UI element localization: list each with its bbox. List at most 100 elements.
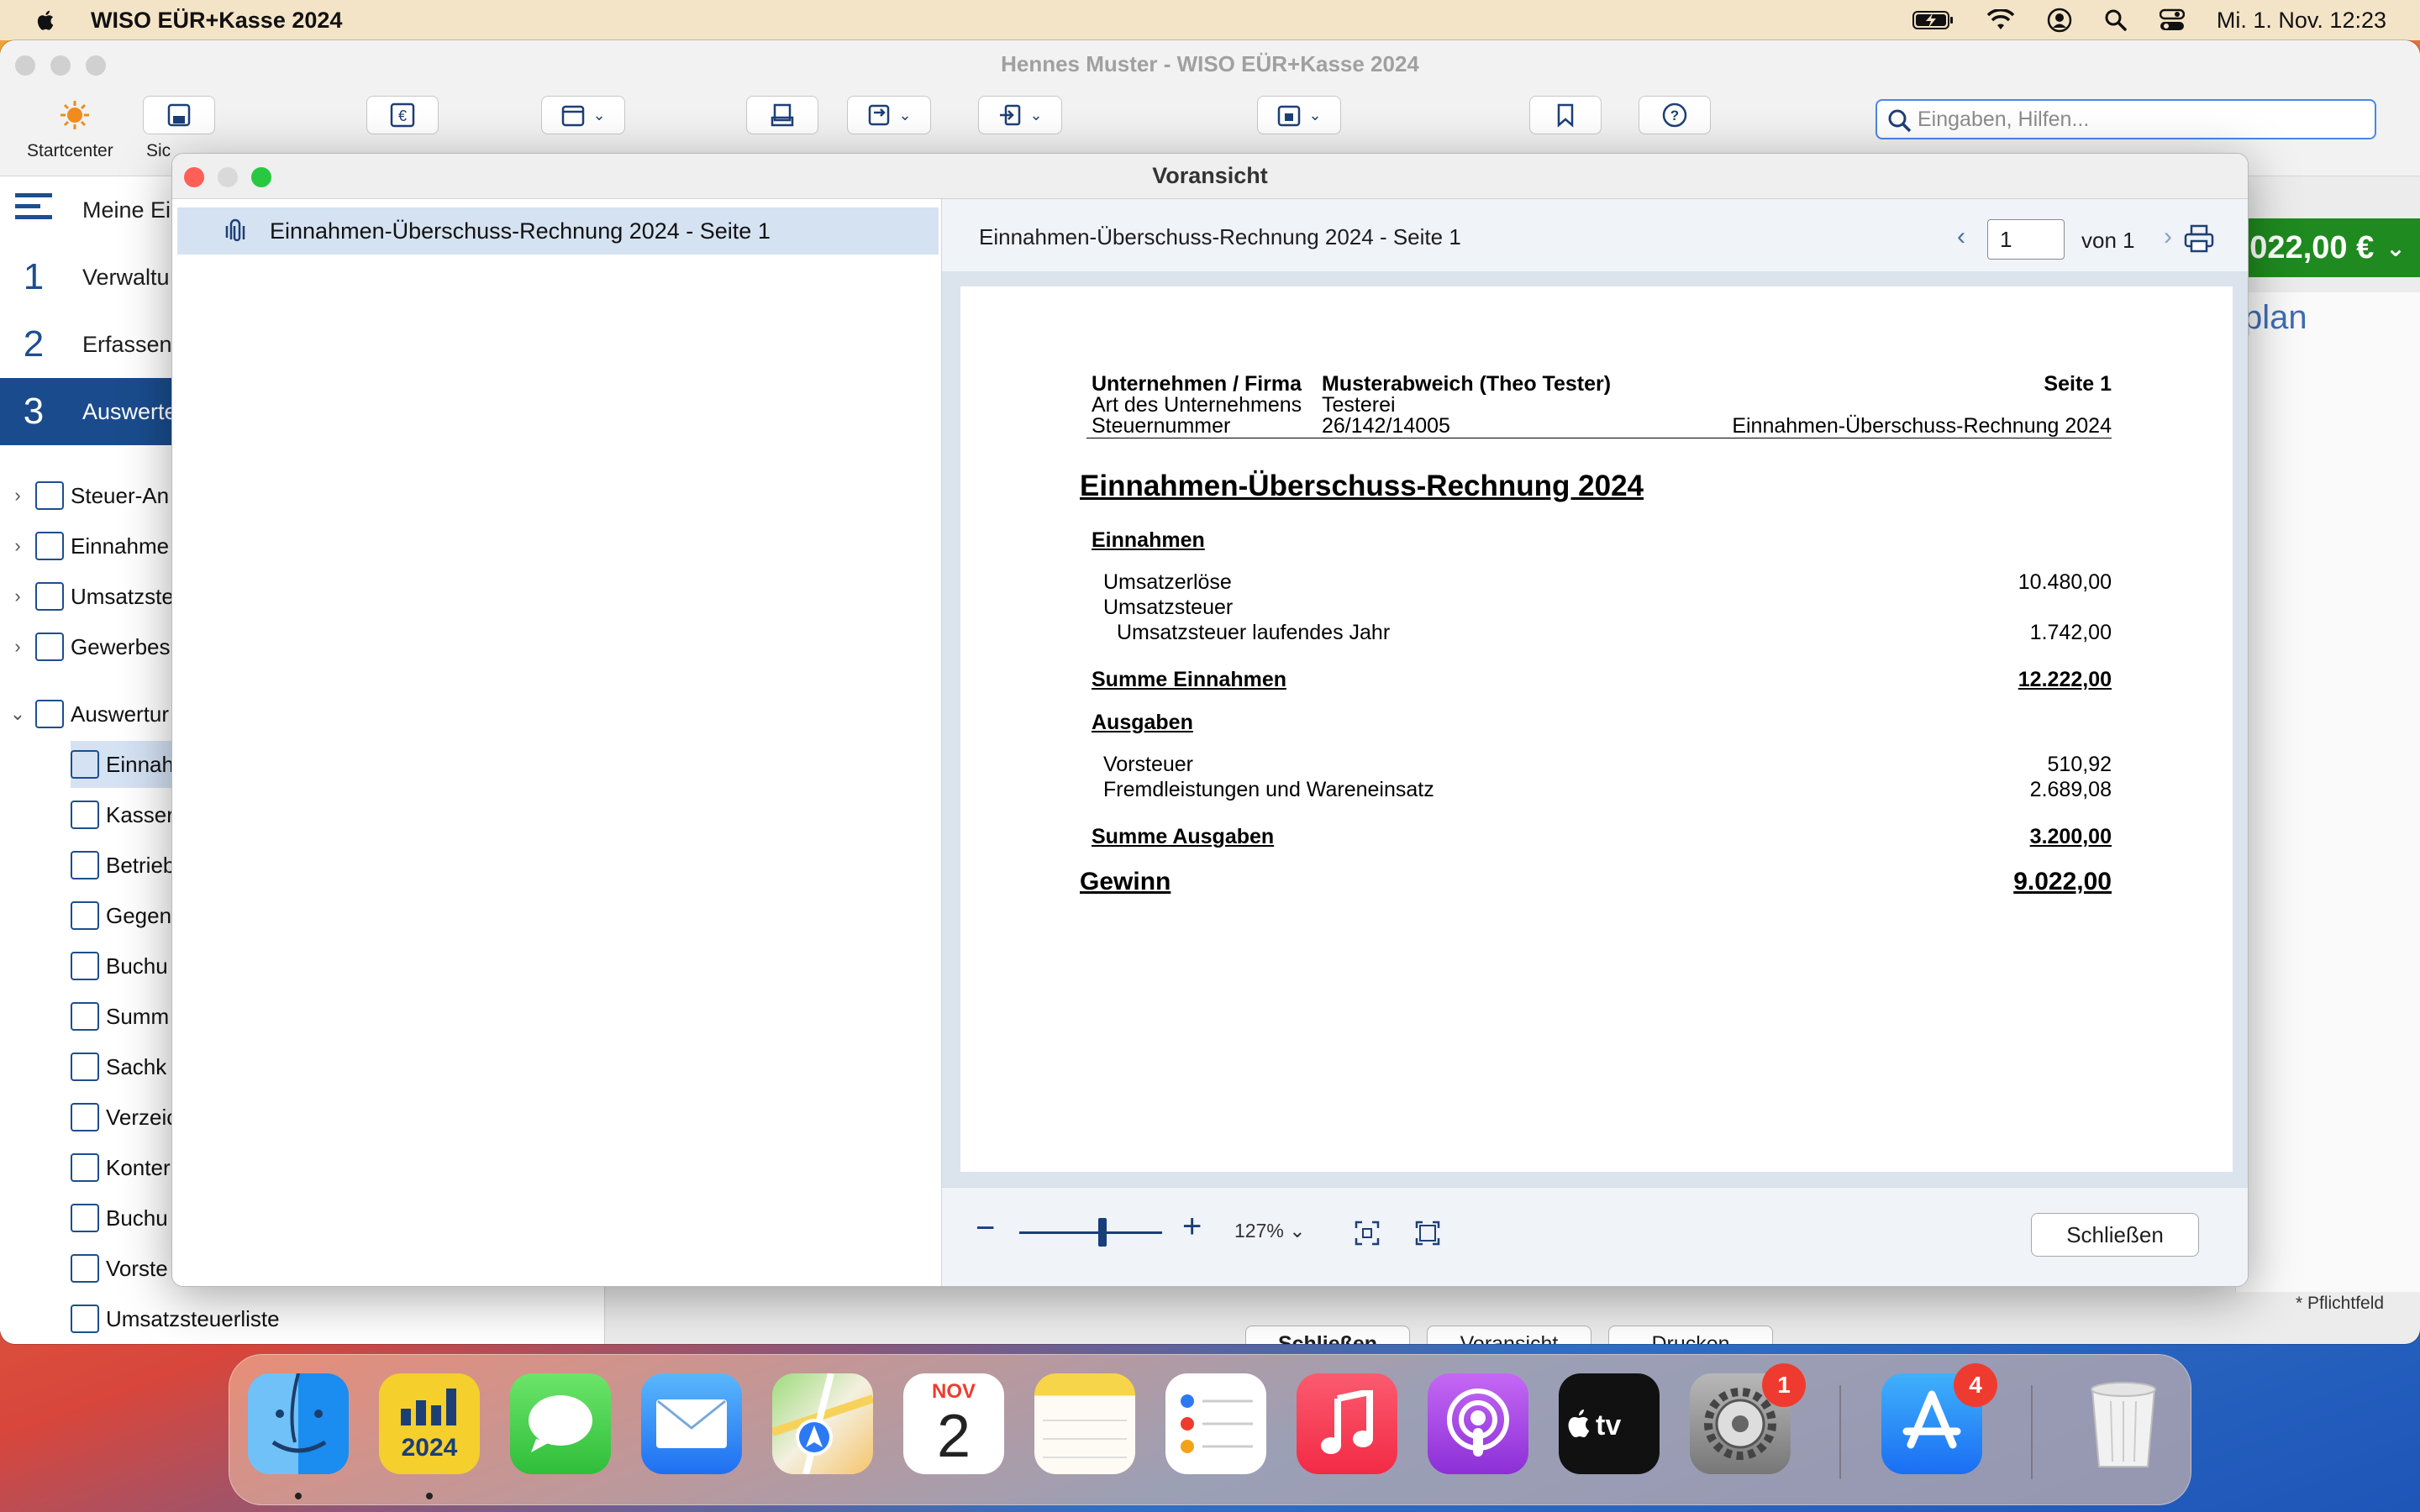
line-chart-icon [71,750,99,779]
thumbnail-label: Einnahmen-Überschuss-Rechnung 2024 - Sei… [270,218,771,244]
total-profit-value: 022,00 € [2249,229,2375,265]
calendar-dropdown-button[interactable]: ⌄ [541,96,625,134]
tax-calendar-dropdown-button[interactable]: ⌄ [1257,96,1341,134]
plan-label[interactable]: plan [2244,299,2307,337]
nav-sub-item[interactable]: Sachk [71,1043,166,1090]
third-party-label: Fremdleistungen und Wareneinsatz [1103,778,1434,801]
nav-sub-item[interactable]: Kasser [71,791,174,838]
nav-group-steuer[interactable]: › Steuer-An [0,472,169,519]
vat-label: Umsatzsteuer [1103,596,1234,619]
transfer-dropdown-button[interactable]: ⌄ [847,96,931,134]
messages-app[interactable] [510,1373,611,1474]
page-number-input[interactable]: 1 [1987,219,2065,260]
envelope-icon [656,1399,727,1448]
svg-text:€: € [398,108,407,124]
calendar-app[interactable]: NOV 2 [903,1373,1004,1474]
next-page-icon[interactable]: › [2164,223,2172,251]
euro-toolbar-button[interactable]: € [366,96,439,134]
fit-width-icon[interactable] [1354,1220,1381,1247]
zoom-slider-track[interactable] [1019,1231,1162,1234]
wifi-icon[interactable] [1986,9,2015,31]
maps-app[interactable] [772,1373,873,1474]
previous-page-icon[interactable]: ‹ [1957,223,1965,251]
nav-sub-item[interactable]: Einnah [71,741,188,788]
save-icon [167,103,191,127]
reminders-app[interactable] [1165,1373,1266,1474]
search-placeholder: Eingaben, Hilfen... [1918,107,2090,131]
nav-sub-item[interactable]: Betrieb [71,842,175,889]
main-window-titlebar: Hennes Muster - WISO EÜR+Kasse 2024 [0,40,2420,87]
nav-sub-item[interactable]: Gegen [71,892,171,939]
menubar-app-name[interactable]: WISO EÜR+Kasse 2024 [91,8,342,34]
fit-page-icon[interactable] [1414,1220,1441,1247]
podcasts-app[interactable] [1428,1373,1528,1474]
main-preview-button[interactable]: Voransicht [1427,1326,1591,1344]
user-account-icon[interactable] [2047,8,2072,33]
battery-charging-icon[interactable] [1912,9,1954,31]
nav-step-number: 1 [23,256,45,297]
zoom-level-value: 127% [1234,1220,1284,1242]
spotlight-search-icon[interactable] [2104,8,2128,32]
nav-group-auswertungen[interactable]: ⌄ Auswertur [0,690,169,738]
nav-sub-label: Summ [106,1003,170,1029]
checklist-icon [1181,1394,1253,1453]
save-toolbar-button[interactable] [143,96,215,134]
zoom-out-icon[interactable]: − [976,1210,995,1247]
menubar-clock[interactable]: Mi. 1. Nov. 12:23 [2217,8,2386,34]
close-preview-dialog-button[interactable]: Schließen [2031,1213,2199,1257]
nav-sub-item[interactable]: Umsatzsteuerliste [71,1295,280,1342]
nav-group-label: Gewerbes [71,633,171,659]
zoom-in-icon[interactable]: + [1182,1208,1202,1246]
nav-sub-item[interactable]: Summ [71,993,169,1040]
notification-badge: 1 [1762,1363,1806,1407]
startcenter-button[interactable] [55,96,94,134]
nav-sub-item[interactable]: Vorste [71,1245,168,1292]
nav-sub-item[interactable]: Buchu [71,942,168,990]
page-thumbnail-list: Einnahmen-Überschuss-Rechnung 2024 - Sei… [172,199,942,1286]
close-preview-button[interactable] [184,167,204,187]
nav-sub-item[interactable]: Buchu [71,1194,168,1242]
main-close-button[interactable]: Schließen [1245,1326,1410,1344]
zoom-slider-thumb[interactable] [1098,1218,1107,1247]
chevron-down-icon: ⌄ [1289,1220,1306,1242]
minimize-window-button[interactable] [50,55,71,76]
nav-step-number: 2 [23,323,45,365]
receipt-toolbar-button[interactable] [746,96,818,134]
zoom-level-select[interactable]: 127% ⌄ [1234,1220,1306,1242]
nav-group-einnahmen[interactable]: › Einnahme [0,522,169,570]
main-print-button[interactable]: Drucken [1608,1326,1773,1344]
nav-group-umsatzsteuer[interactable]: › Umsatzste [0,573,174,620]
nav-sub-label: Konter [106,1154,171,1180]
apple-tv-app[interactable]: tv [1559,1373,1660,1474]
chevron-down-icon: ⌄ [2386,234,2406,261]
apple-logo-icon[interactable] [34,8,59,33]
help-toolbar-button[interactable]: ? [1639,96,1711,134]
nav-sub-item[interactable]: Konter [71,1144,171,1191]
nav-sub-item[interactable]: Verzeic [71,1094,177,1141]
trash-app[interactable] [2073,1373,2174,1474]
import-dropdown-button[interactable]: ⌄ [978,96,1062,134]
total-profit-badge[interactable]: 022,00 € ⌄ [2235,218,2420,277]
account-list-icon [71,1053,99,1081]
document-viewer: Einnahmen-Überschuss-Rechnung 2024 - Sei… [942,199,2248,1286]
search-input[interactable]: Eingaben, Hilfen... [1876,99,2376,139]
close-window-button[interactable] [15,55,35,76]
profit-value: 9.022,00 [2013,868,2112,895]
bookmark-toolbar-button[interactable] [1529,96,1602,134]
minimize-preview-button[interactable] [218,167,238,187]
chevron-right-icon: › [14,585,21,606]
zoom-preview-button[interactable] [251,167,271,187]
zoom-window-button[interactable] [86,55,106,76]
transfer-icon [869,104,890,126]
nav-group-gewerbesteuer[interactable]: › Gewerbes [0,623,171,670]
page-thumbnail-item[interactable]: Einnahmen-Überschuss-Rechnung 2024 - Sei… [177,207,939,255]
mail-app[interactable] [641,1373,742,1474]
print-icon[interactable] [2184,224,2214,253]
wiso-app[interactable]: 2024 [379,1373,480,1474]
music-app[interactable] [1297,1373,1397,1474]
finder-app[interactable] [248,1373,349,1474]
nav-sub-label: Einnah [106,751,174,777]
notes-app[interactable] [1034,1373,1135,1474]
search-icon [1888,109,1912,133]
control-center-icon[interactable] [2159,8,2185,32]
